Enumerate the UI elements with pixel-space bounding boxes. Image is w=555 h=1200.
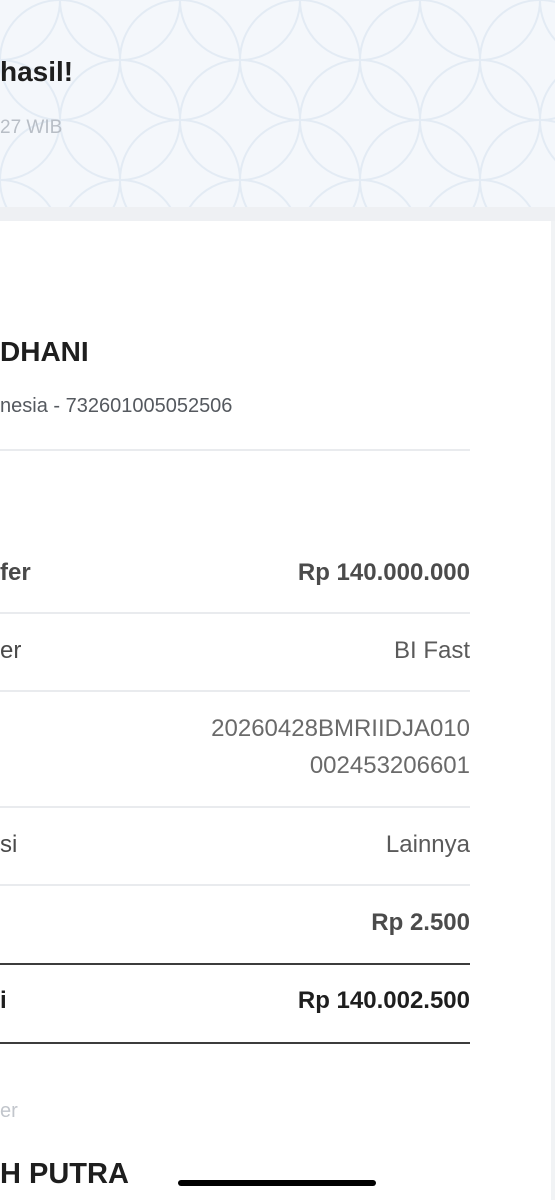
transfer-method-label: er <box>0 637 22 664</box>
transfer-method-value: BI Fast <box>393 637 470 664</box>
divider <box>0 449 470 451</box>
home-indicator[interactable] <box>178 1180 376 1186</box>
divider <box>0 690 470 692</box>
divider <box>0 884 470 886</box>
header-pattern <box>0 0 555 207</box>
divider <box>0 612 470 614</box>
sender-name: H PUTRA <box>0 1158 129 1190</box>
reference-line-2: 002453206601 <box>309 752 470 779</box>
transfer-amount-value: Rp 140.000.000 <box>297 559 470 586</box>
total-value: Rp 140.002.500 <box>297 987 470 1014</box>
scroll-edge <box>551 221 555 1200</box>
total-label: i <box>0 987 7 1014</box>
success-header: hasil! 27 WIB <box>0 0 555 207</box>
sender-label: er <box>0 1100 18 1122</box>
divider <box>0 806 470 808</box>
purpose-label: si <box>0 831 18 858</box>
total-divider <box>0 963 470 965</box>
purpose-value: Lainnya <box>385 831 470 858</box>
fee-value: Rp 2.500 <box>371 909 470 936</box>
reference-line-1: 20260428BMRIIDJA010 <box>211 715 470 742</box>
section-separator <box>0 207 555 221</box>
recipient-bank-account: nesia - 732601005052506 <box>0 395 233 417</box>
recipient-name: DHANI <box>0 336 89 367</box>
transaction-time: 27 WIB <box>0 117 63 138</box>
transfer-amount-label: fer <box>0 559 31 586</box>
status-title: hasil! <box>0 56 74 87</box>
reference-number[interactable]: 20260428BMRIIDJA010 002453206601 <box>211 710 470 784</box>
total-divider-bottom <box>0 1042 470 1044</box>
